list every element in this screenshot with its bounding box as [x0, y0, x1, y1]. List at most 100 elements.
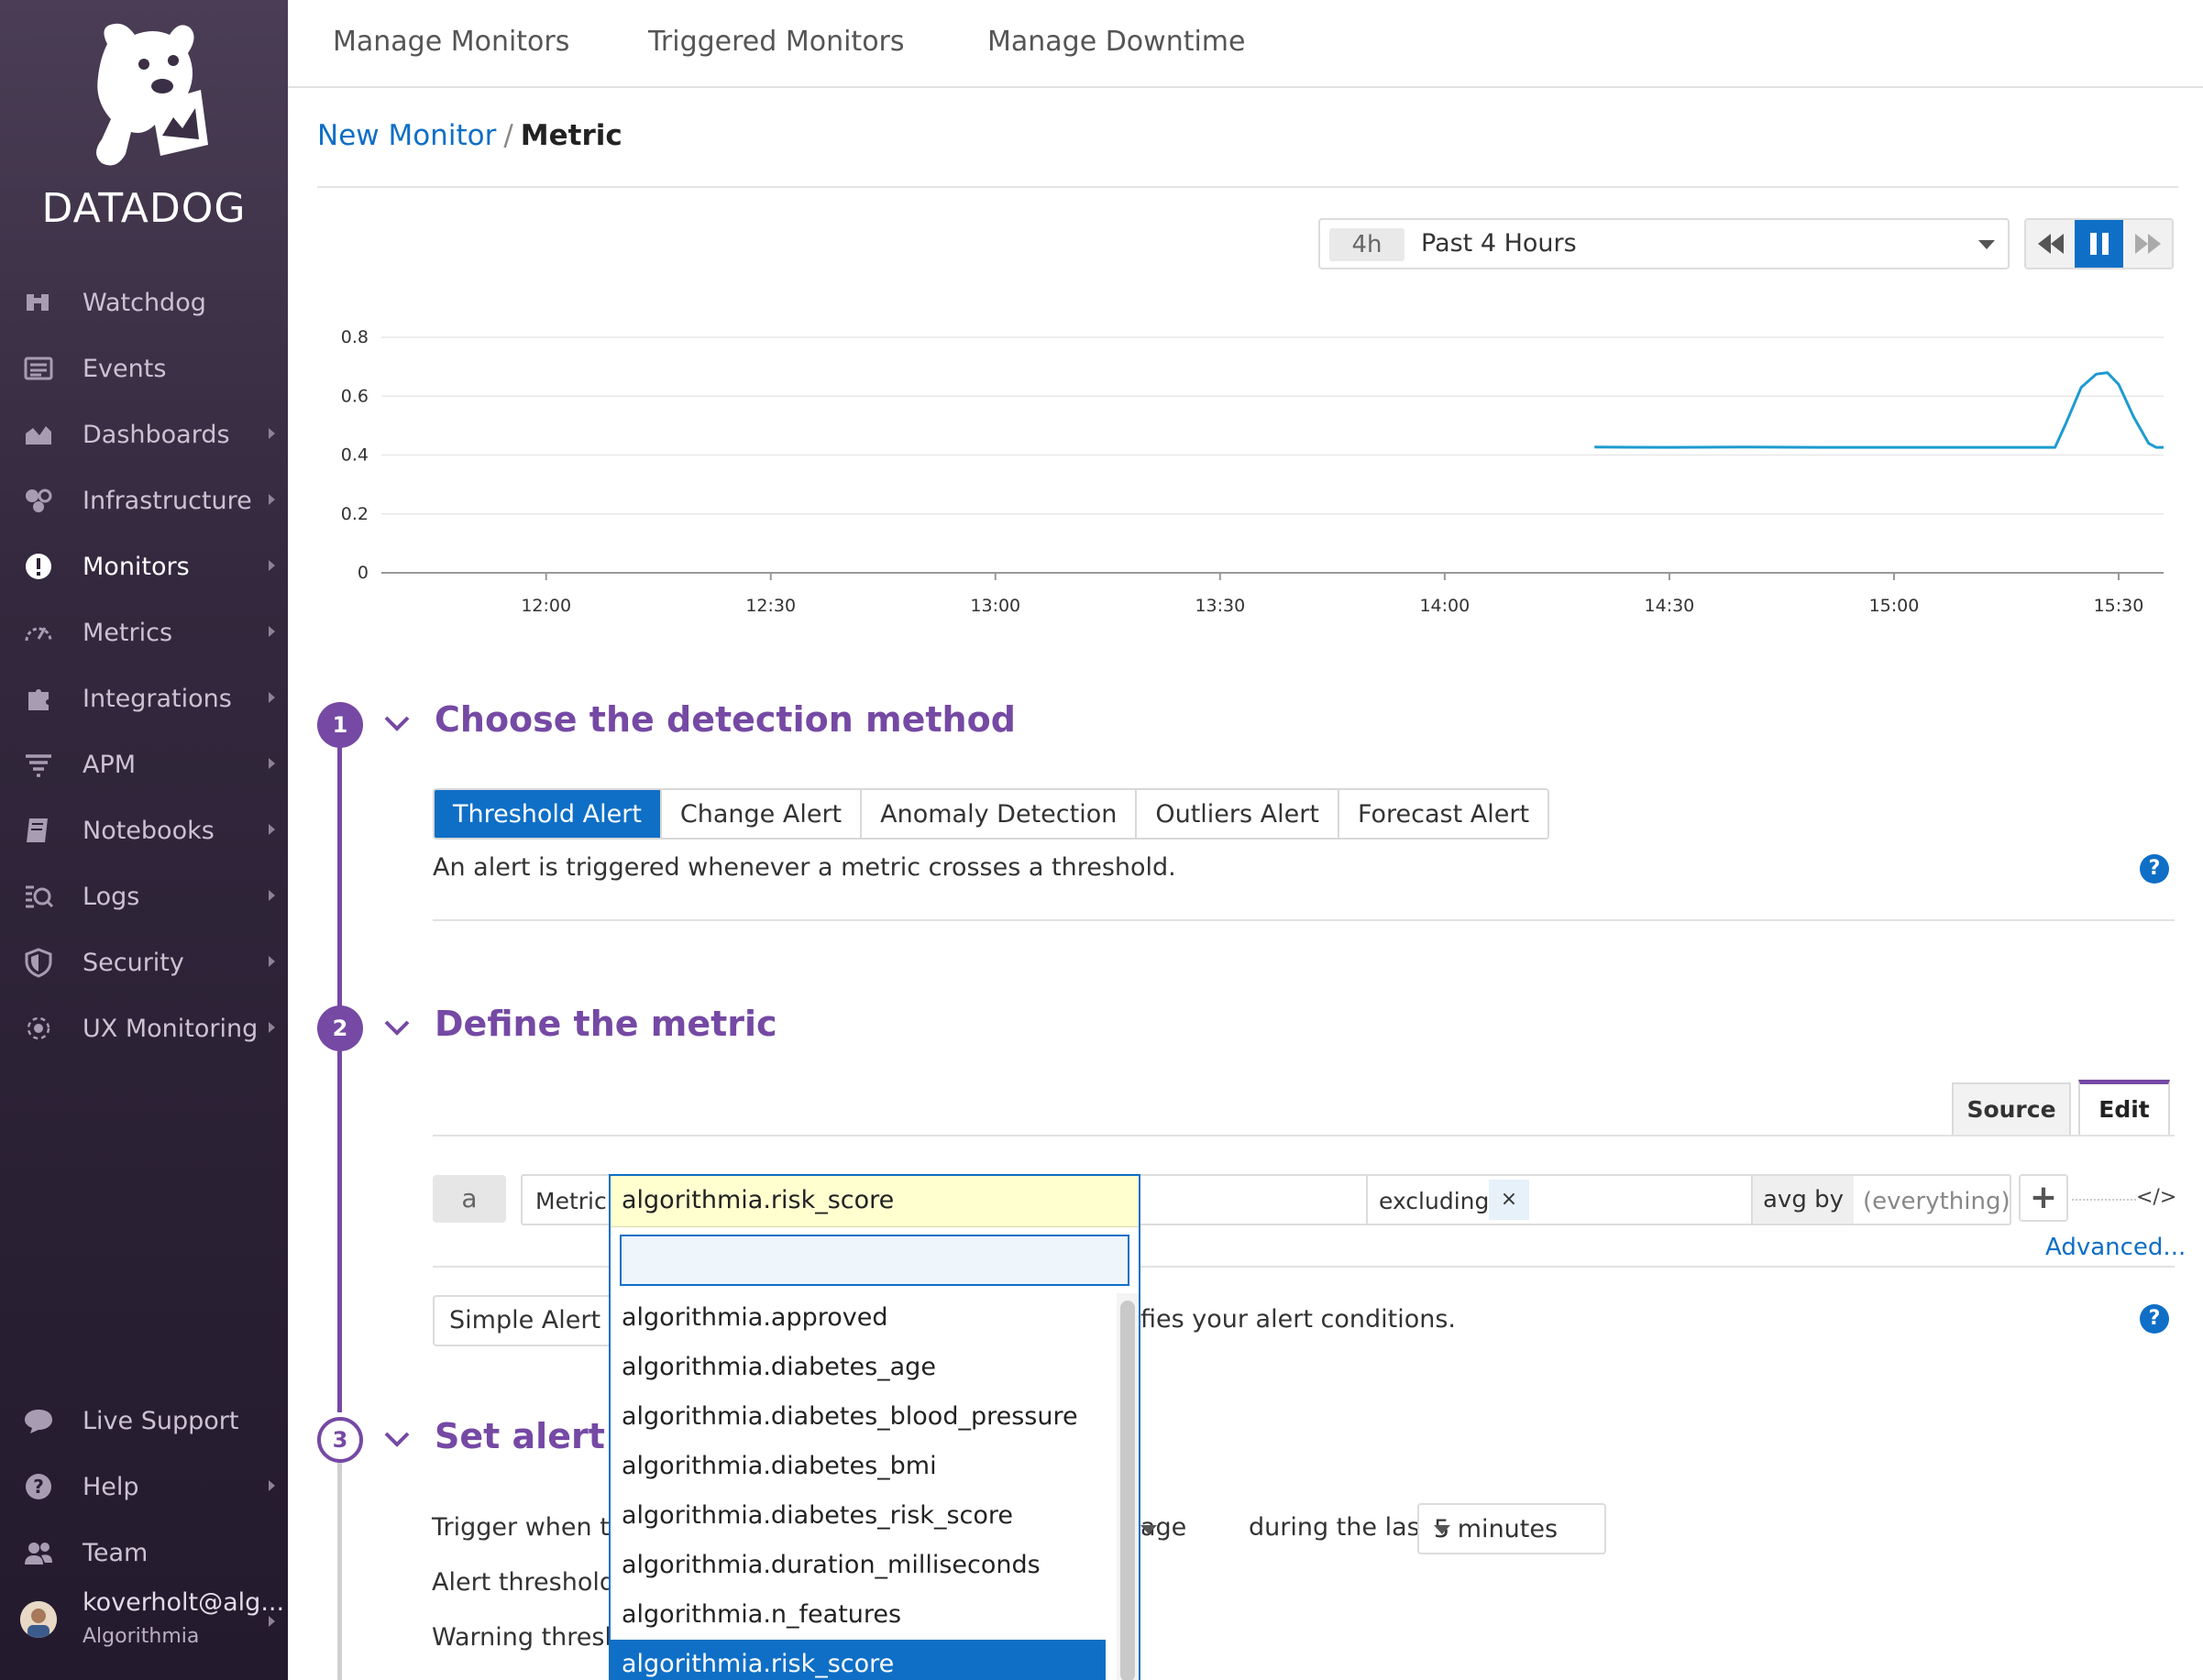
- metric-option[interactable]: algorithmia.approved: [611, 1293, 1106, 1343]
- timeframe-select[interactable]: 4h Past 4 Hours: [1318, 218, 2010, 269]
- step-1-number: 1: [317, 702, 363, 748]
- sidebar-item-label: Help: [83, 1472, 139, 1501]
- sidebar-item-infrastructure[interactable]: Infrastructure: [0, 473, 288, 528]
- sidebar-item-team[interactable]: Team: [0, 1525, 288, 1580]
- metric-select[interactable]: algorithmia.risk_score: [611, 1176, 1139, 1227]
- divider: [433, 919, 2175, 921]
- rewind-button[interactable]: [2026, 220, 2075, 268]
- query-letter[interactable]: a: [433, 1175, 506, 1223]
- chevron-right-icon: [269, 1480, 275, 1491]
- scrollbar[interactable]: [1117, 1293, 1139, 1680]
- scrollbar-thumb[interactable]: [1120, 1301, 1135, 1680]
- tab-triggered-monitors[interactable]: Triggered Monitors: [648, 26, 905, 58]
- chevron-right-icon: [269, 890, 275, 901]
- pause-button[interactable]: [2075, 220, 2123, 268]
- sidebar-item-label: Integrations: [83, 684, 232, 713]
- detection-description: An alert is triggered whenever a metric …: [433, 853, 1176, 882]
- x-tick-label: 13:30: [1195, 596, 1245, 616]
- help-icon[interactable]: ?: [2140, 1304, 2169, 1334]
- logo-wordmark: DATADOG: [41, 185, 247, 232]
- edit-tab[interactable]: Edit: [2078, 1080, 2170, 1136]
- sidebar-item-logs[interactable]: Logs: [0, 869, 288, 924]
- chevron-down-icon[interactable]: [383, 713, 411, 733]
- metric-option[interactable]: algorithmia.duration_milliseconds: [611, 1541, 1106, 1590]
- sidebar-item-metrics[interactable]: Metrics: [0, 605, 288, 660]
- sidebar-item-help[interactable]: ? Help: [0, 1459, 288, 1514]
- step-rail: [337, 1462, 342, 1680]
- logs-search-icon: [22, 880, 55, 913]
- sidebar-item-security[interactable]: Security: [0, 935, 288, 990]
- metric-option[interactable]: algorithmia.n_features: [611, 1590, 1106, 1640]
- metric-option[interactable]: algorithmia.risk_score: [611, 1640, 1106, 1680]
- chevron-right-icon: [269, 560, 275, 571]
- alert-grouping-select[interactable]: Simple Alert: [433, 1295, 616, 1346]
- evaluation-window-select[interactable]: 5 minutes: [1417, 1503, 1606, 1554]
- avg-by-input[interactable]: (everything): [1863, 1188, 2010, 1215]
- caret-down-icon: [1978, 240, 1995, 249]
- datadog-logo[interactable]: DATADOG: [0, 16, 288, 232]
- metric-option[interactable]: algorithmia.diabetes_age: [611, 1343, 1106, 1392]
- chevron-right-icon: [269, 494, 275, 505]
- metric-option[interactable]: algorithmia.diabetes_risk_score: [611, 1491, 1106, 1541]
- tab-manage-monitors[interactable]: Manage Monitors: [333, 26, 569, 58]
- sidebar-item-dashboards[interactable]: Dashboards: [0, 407, 288, 462]
- fast-forward-button[interactable]: [2123, 220, 2172, 268]
- add-function-button[interactable]: +: [2019, 1174, 2068, 1222]
- avg-by-label[interactable]: avg by: [1753, 1176, 1854, 1224]
- question-circle-icon: ?: [22, 1470, 55, 1503]
- chevron-right-icon: [269, 758, 275, 769]
- warning-threshold-label: Warning thresh: [432, 1623, 621, 1652]
- clear-exclusion-button[interactable]: ×: [1489, 1180, 1529, 1220]
- chat-bubble-icon: [22, 1404, 55, 1437]
- rewind-icon: [2037, 234, 2064, 254]
- fast-forward-icon: [2134, 234, 2161, 254]
- change-alert-button[interactable]: Change Alert: [661, 790, 863, 838]
- advanced-link[interactable]: Advanced...: [2045, 1234, 2186, 1261]
- forecast-alert-button[interactable]: Forecast Alert: [1338, 790, 1548, 838]
- sidebar-item-monitors[interactable]: Monitors: [0, 539, 288, 594]
- metric-preview-chart: 0 0.2 0.4 0.6 0.8 12:00 12:30 13:00 13:30 14:00 14…: [341, 327, 2164, 616]
- sidebar-item-integrations[interactable]: Integrations: [0, 671, 288, 726]
- during-label: during the last: [1249, 1513, 1430, 1542]
- timeframe-short-badge: 4h: [1329, 228, 1404, 261]
- anomaly-detection-button[interactable]: Anomaly Detection: [862, 790, 1138, 838]
- x-tick-label: 15:00: [1869, 596, 1920, 616]
- aggregation-select[interactable]: age: [1140, 1503, 1239, 1554]
- step-1-title: Choose the detection method: [435, 699, 1016, 740]
- divider: [317, 186, 2178, 188]
- chevron-down-icon[interactable]: [383, 1429, 411, 1449]
- metric-option[interactable]: algorithmia.diabetes_blood_pressure: [611, 1392, 1106, 1442]
- chevron-down-icon[interactable]: [383, 1017, 411, 1038]
- code-toggle-icon[interactable]: </>: [2136, 1186, 2176, 1209]
- y-tick-label: 0.2: [341, 504, 369, 524]
- x-tick-label: 13:00: [970, 596, 1020, 616]
- exclamation-circle-icon: [22, 550, 55, 583]
- breadcrumb-new-monitor-link[interactable]: New Monitor: [317, 119, 496, 152]
- metric-search-input[interactable]: [620, 1235, 1129, 1286]
- sidebar-item-label: Infrastructure: [83, 486, 252, 515]
- metric-dropdown: algorithmia.risk_score algorithmia.appro…: [609, 1174, 1140, 1680]
- step-2-number: 2: [317, 1005, 363, 1051]
- y-tick-label: 0.4: [341, 445, 369, 466]
- sidebar-item-label: Team: [83, 1538, 149, 1567]
- sidebar-item-notebooks[interactable]: Notebooks: [0, 803, 288, 858]
- source-tab[interactable]: Source: [1952, 1082, 2071, 1136]
- dog-logo-icon: [96, 23, 208, 166]
- sidebar-item-label: APM: [83, 750, 137, 779]
- sidebar-item-apm[interactable]: APM: [0, 737, 288, 792]
- help-icon[interactable]: ?: [2140, 854, 2169, 884]
- chevron-right-icon: [269, 626, 275, 637]
- sidebar-item-events[interactable]: Events: [0, 341, 288, 396]
- tab-manage-downtime[interactable]: Manage Downtime: [987, 26, 1245, 58]
- sidebar-item-ux-monitoring[interactable]: UX Monitoring: [0, 1001, 288, 1056]
- sidebar-item-watchdog[interactable]: Watchdog: [0, 275, 288, 330]
- metric-option[interactable]: algorithmia.diabetes_bmi: [611, 1442, 1106, 1491]
- sidebar-item-label: Security: [83, 948, 184, 977]
- threshold-alert-button[interactable]: Threshold Alert: [435, 790, 662, 838]
- outliers-alert-button[interactable]: Outliers Alert: [1137, 790, 1339, 838]
- sidebar-item-live-support[interactable]: Live Support: [0, 1393, 288, 1448]
- user-menu[interactable]: koverholt@alg... Algorithmia: [0, 1581, 288, 1654]
- page-title: Metric: [520, 119, 622, 152]
- sidebar-item-label: Monitors: [83, 552, 190, 581]
- sidebar-item-label: Logs: [83, 882, 140, 911]
